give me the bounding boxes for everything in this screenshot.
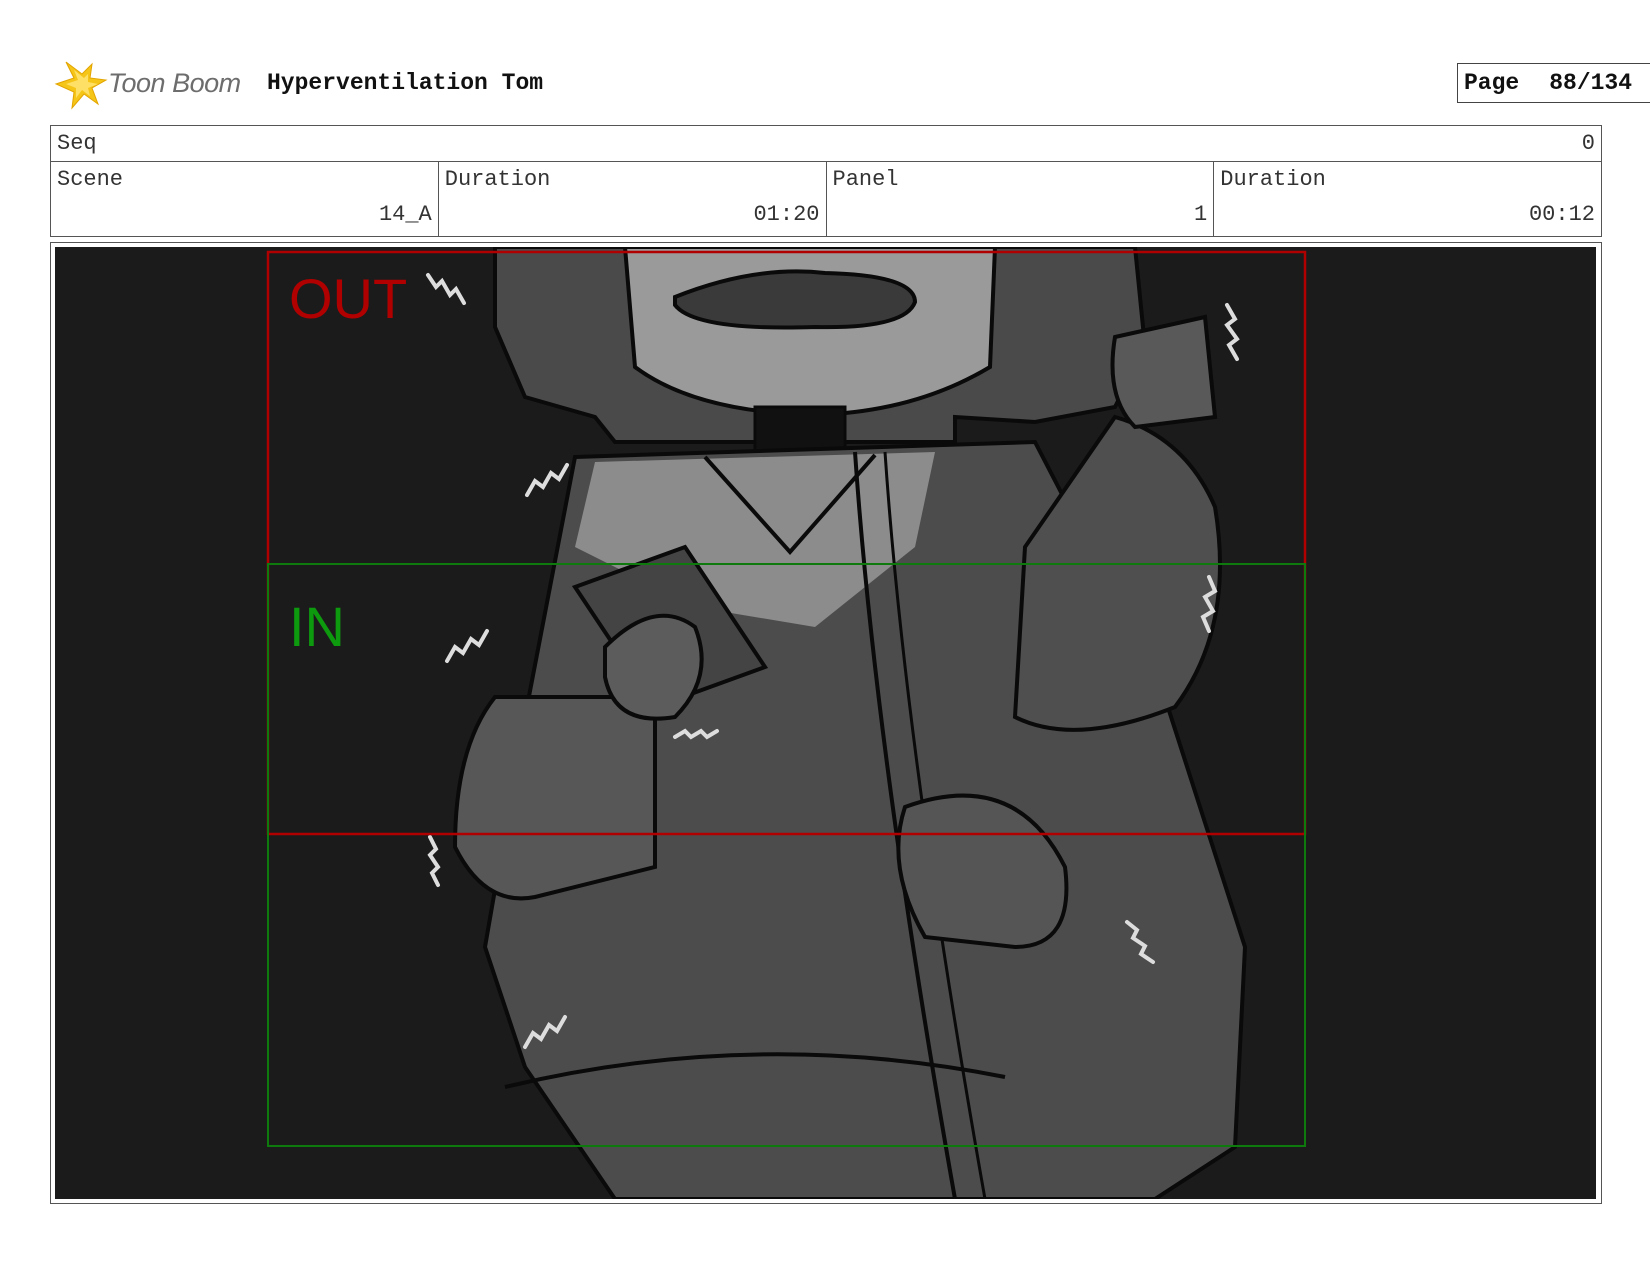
in-frame-label: IN — [289, 595, 345, 658]
page-indicator: Page 88/134 — [1457, 63, 1650, 103]
collar-shape — [753, 405, 847, 454]
page-number: 88/134 — [1549, 70, 1633, 96]
panel-info-table: Seq 0 Scene 14_A Duration 01:20 Panel 1 … — [50, 125, 1602, 237]
panel-label: Panel — [832, 167, 899, 192]
seq-value: 0 — [1581, 131, 1595, 156]
scene-duration-value: 01:20 — [753, 202, 820, 227]
right-fist — [1110, 314, 1218, 430]
scene-duration-cell: Duration 01:20 — [439, 162, 827, 236]
scene-label: Scene — [57, 167, 124, 192]
panel-duration-value: 00:12 — [1528, 202, 1595, 227]
panel-value: 1 — [1194, 202, 1208, 227]
scene-cell: Scene 14_A — [51, 162, 439, 236]
starburst-icon — [54, 61, 108, 110]
scene-duration-label: Duration — [444, 167, 551, 192]
panel-frame: OUT IN — [50, 242, 1602, 1204]
toon-boom-logo: Toon Boom — [52, 58, 252, 110]
scene-value: 14_A — [378, 202, 432, 227]
detail-row: Scene 14_A Duration 01:20 Panel 1 Durati… — [51, 162, 1601, 236]
logo-text: Toon Boom — [108, 68, 241, 98]
panel-duration-cell: Duration 00:12 — [1214, 162, 1601, 236]
panel-duration-label: Duration — [1220, 167, 1326, 192]
out-frame-label: OUT — [289, 267, 408, 330]
storyboard-header: Toon Boom Hyperventilation Tom Page 88/1… — [52, 56, 1650, 112]
panel-cell: Panel 1 — [827, 162, 1215, 236]
project-title: Hyperventilation Tom — [267, 70, 544, 96]
seq-row: Seq 0 — [51, 126, 1601, 162]
seq-label: Seq — [57, 131, 97, 156]
page-label: Page — [1464, 70, 1520, 96]
left-arm — [452, 695, 657, 901]
panel-sketch: OUT IN — [55, 247, 1596, 1199]
character-sketch — [266, 247, 1307, 1199]
